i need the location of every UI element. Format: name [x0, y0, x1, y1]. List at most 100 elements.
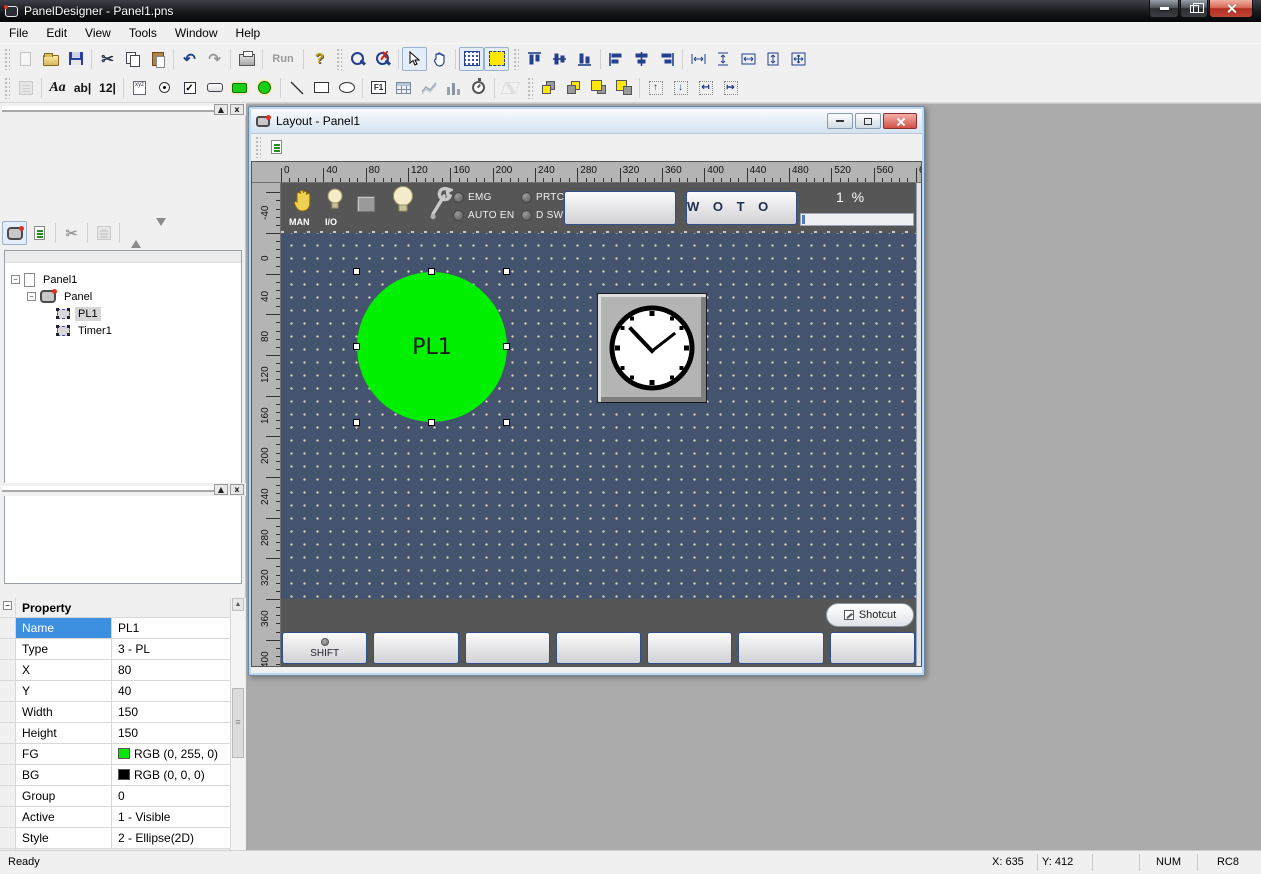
page-script-button[interactable]	[264, 135, 289, 159]
same-size-button[interactable]	[786, 47, 811, 71]
timer1-clock-widget[interactable]	[597, 293, 707, 403]
space-vertical-button[interactable]	[711, 47, 736, 71]
property-row[interactable]: − Style 2 - Ellipse(2D)	[0, 828, 230, 849]
bar-graph-tool-button[interactable]	[441, 76, 466, 100]
io-lamp-icon[interactable]	[326, 188, 344, 214]
selection-handle-s[interactable]	[428, 419, 435, 426]
radio-tool-button[interactable]	[152, 76, 177, 100]
trend-graph-tool-button[interactable]	[416, 76, 441, 100]
emg-led-icon[interactable]	[453, 192, 464, 203]
panel-function-key[interactable]	[830, 632, 915, 664]
function-key-tool-button[interactable]: F1	[366, 76, 391, 100]
d-sw-led-icon[interactable]	[521, 210, 532, 221]
layout-vertical-scrollbar[interactable]	[916, 183, 922, 667]
pilot-lamp-tool-button[interactable]	[252, 76, 277, 100]
align-center-button[interactable]	[629, 47, 654, 71]
layout-close-button[interactable]	[883, 113, 917, 129]
size-right-button[interactable]: ↦	[718, 76, 743, 100]
prtct-led-icon[interactable]	[521, 192, 532, 203]
edit-node-button[interactable]	[91, 221, 116, 245]
panel-function-key[interactable]	[373, 632, 458, 664]
size-left-button[interactable]: ↤	[693, 76, 718, 100]
line-tool-button[interactable]	[284, 76, 309, 100]
property-value[interactable]: 2 - Ellipse(2D)	[112, 828, 230, 848]
size-up-button[interactable]: ↑	[643, 76, 668, 100]
lamp-icon[interactable]	[391, 185, 415, 217]
property-label[interactable]: Width	[16, 702, 112, 722]
property-scrollbar[interactable]: ▲ ▼	[230, 598, 245, 874]
wrench-icon[interactable]	[427, 186, 453, 220]
selection-handle-e[interactable]	[503, 343, 510, 350]
panel-view-button[interactable]	[2, 221, 27, 245]
pl1-pilot-lamp[interactable]: PL1	[357, 272, 507, 422]
grid-toggle-button[interactable]	[459, 47, 484, 71]
property-value[interactable]: 150	[112, 702, 230, 722]
manual-hand-icon[interactable]	[290, 186, 318, 214]
label-tool-button[interactable]: Aa	[45, 76, 70, 100]
property-value[interactable]: RGB (0, 0, 0)	[112, 765, 230, 785]
panel-function-key[interactable]	[647, 632, 732, 664]
selection-handle-n[interactable]	[428, 268, 435, 275]
selection-handle-sw[interactable]	[353, 419, 360, 426]
lamp-rect-tool-button[interactable]	[227, 76, 252, 100]
print-button[interactable]	[234, 47, 259, 71]
property-value[interactable]: 3 - PL	[112, 639, 230, 659]
bring-to-front-button[interactable]	[536, 76, 561, 100]
align-right-button[interactable]	[654, 47, 679, 71]
selection-handle-nw[interactable]	[353, 268, 360, 275]
layout-minimize-button[interactable]	[827, 113, 853, 129]
cut-button[interactable]: ✂	[95, 47, 120, 71]
property-row[interactable]: − Group 0	[0, 786, 230, 807]
scroll-up-icon[interactable]: ▲	[232, 598, 244, 611]
select-cursor-button[interactable]	[402, 47, 427, 71]
tree-node-panel1[interactable]: − Panel1	[5, 271, 241, 288]
project-tree[interactable]: − Panel1 − Panel PL1 Timer1	[4, 250, 242, 584]
menu-edit[interactable]: Edit	[37, 23, 76, 43]
bring-forward-button[interactable]	[586, 76, 611, 100]
close-button[interactable]	[1209, 0, 1253, 18]
layout-restore-button[interactable]	[855, 113, 881, 129]
layout-window-titlebar[interactable]: Layout - Panel1	[251, 109, 922, 134]
collapse-group-icon[interactable]: −	[3, 601, 12, 610]
property-row[interactable]: − Y 40	[0, 681, 230, 702]
expander-icon[interactable]: −	[27, 292, 36, 301]
tree-node-panel[interactable]: − Panel	[5, 288, 241, 305]
timer-tool-button[interactable]	[466, 76, 491, 100]
property-row[interactable]: − X 80	[0, 660, 230, 681]
layers-button[interactable]	[498, 76, 523, 100]
property-label[interactable]: Name	[16, 618, 112, 638]
same-width-button[interactable]	[736, 47, 761, 71]
property-value[interactable]: 80	[112, 660, 230, 680]
property-label[interactable]: Active	[16, 807, 112, 827]
property-value[interactable]: 1 - Visible	[112, 807, 230, 827]
run-button[interactable]: Run	[266, 47, 300, 71]
expander-icon[interactable]: −	[11, 275, 20, 284]
menu-window[interactable]: Window	[166, 23, 227, 43]
move-up-button[interactable]	[123, 221, 148, 245]
layout-window[interactable]: Layout - Panel1 040801201602002402803203…	[248, 106, 925, 676]
move-down-button[interactable]	[148, 221, 173, 245]
panel-top-bar[interactable]: MAN I/O	[281, 183, 916, 233]
property-label[interactable]: Style	[16, 828, 112, 848]
tree-node-label-selected[interactable]: PL1	[75, 307, 101, 321]
align-bottom-button[interactable]	[572, 47, 597, 71]
collapse-button[interactable]: ▲	[214, 484, 228, 495]
property-label[interactable]: BG	[16, 765, 112, 785]
design-canvas[interactable]: PL1	[281, 233, 916, 599]
property-value[interactable]: 150	[112, 723, 230, 743]
property-row[interactable]: − FG RGB (0, 255, 0)	[0, 744, 230, 765]
paste-button[interactable]	[145, 47, 170, 71]
property-row[interactable]: − Height 150	[0, 723, 230, 744]
new-button[interactable]	[13, 47, 38, 71]
table-tool-button[interactable]	[391, 76, 416, 100]
property-row[interactable]: − Active 1 - Visible	[0, 807, 230, 828]
property-label[interactable]: Type	[16, 639, 112, 659]
panel-function-key[interactable]	[556, 632, 641, 664]
menu-file[interactable]: File	[0, 23, 37, 43]
scrollbar-thumb[interactable]	[232, 688, 244, 758]
panel-function-key[interactable]	[738, 632, 823, 664]
size-down-button[interactable]: ↓	[668, 76, 693, 100]
auto-en-led-icon[interactable]	[453, 210, 464, 221]
property-row[interactable]: − Width 150	[0, 702, 230, 723]
menu-tools[interactable]: Tools	[120, 23, 166, 43]
